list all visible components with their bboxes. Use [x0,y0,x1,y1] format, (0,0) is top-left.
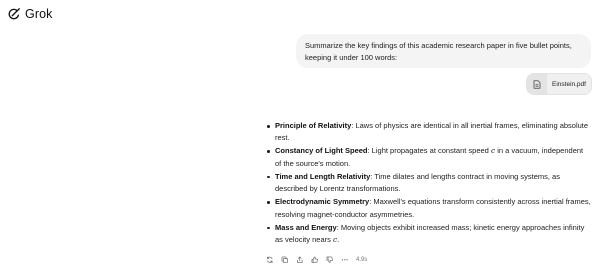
share-icon [296,256,303,264]
bullet-item: Mass and Energy: Moving objects exhibit … [265,222,591,247]
more-button[interactable] [337,254,352,266]
copy-button[interactable] [277,254,292,266]
response-actions: 4.9s [262,254,367,266]
grok-logo-icon[interactable] [7,7,21,21]
share-button[interactable] [292,254,307,266]
assistant-response: Principle of Relativity: Laws of physics… [265,120,591,247]
bullet-term: Principle of Relativity [275,121,352,130]
thumbs-down-icon [326,256,333,264]
more-icon [341,259,348,261]
bullet-item: Principle of Relativity: Laws of physics… [265,120,591,145]
response-elapsed-time: 4.9s [356,257,368,263]
user-message-bubble: Summarize the key findings of this acade… [296,34,591,68]
thumbs-up-button[interactable] [307,254,322,266]
app-header: Grok [7,6,53,22]
bullet-term: Constancy of Light Speed [275,146,368,156]
thumbs-down-button[interactable] [322,254,337,266]
bullet-text: : Light propagates at constant speed [367,146,491,156]
app-name: Grok [25,7,53,21]
bullet-item: Time and Length Relativity: Time dilates… [265,171,591,196]
bullet-item: Constancy of Light Speed: Light propagat… [265,145,591,170]
regenerate-button[interactable] [262,254,277,266]
thumbs-up-icon [311,256,318,264]
bullet-text-tail: . [337,235,340,245]
copy-icon [281,256,288,264]
bullet-term: Time and Length Relativity [275,171,371,181]
bullet-term: Electrodynamic Symmetry [275,197,370,207]
file-document-icon [527,74,547,94]
attachment-chip[interactable]: Einstein.pdf [526,73,592,95]
user-message-text: Summarize the key findings of this acade… [305,41,572,63]
attachment-filename: Einstein.pdf [552,80,586,88]
regenerate-icon [266,256,273,264]
bullet-term: Mass and Energy [275,222,337,232]
bullet-item: Electrodynamic Symmetry: Maxwell's equat… [265,196,591,221]
